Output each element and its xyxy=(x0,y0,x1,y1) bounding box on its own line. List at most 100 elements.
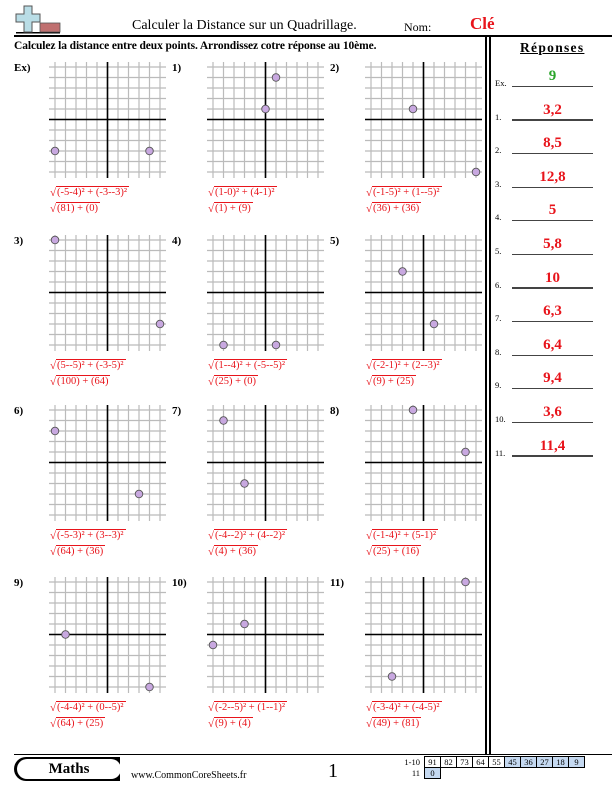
answer-line xyxy=(512,119,593,121)
score-cell: 91 xyxy=(424,756,441,768)
problem-label: 3) xyxy=(14,235,24,247)
answer-row: 9. 9,4 xyxy=(495,370,612,390)
plotted-point xyxy=(408,405,418,415)
plotted-point xyxy=(61,630,70,639)
answer-number: 10. xyxy=(495,414,506,424)
answer-number: 4. xyxy=(495,212,502,223)
squared-expression: (1) + (9) xyxy=(214,202,253,214)
formula-expression: (-1-4)² + (5-1)² xyxy=(372,529,438,541)
formula-expression: (-5-4)² + (-3--3)² xyxy=(56,186,129,198)
distance-formula: √(-1-4)² + (5-1)² xyxy=(366,529,438,542)
answer-line xyxy=(512,253,593,255)
problem-label: 11) xyxy=(330,577,345,589)
score-row: 1-10 91 82 73 64 55 45 36 27 18 9 xyxy=(394,756,585,768)
plotted-point xyxy=(471,167,481,177)
plotted-point xyxy=(155,319,165,329)
plotted-point xyxy=(145,682,154,692)
plotted-point xyxy=(145,146,154,156)
plotted-point xyxy=(271,340,281,350)
squared-expression: (4) + (36) xyxy=(214,545,258,557)
worksheet-title: Calculer la Distance sur un Quadrillage. xyxy=(132,18,357,33)
squared-expression: (64) + (25) xyxy=(56,717,106,729)
footer-divider xyxy=(14,754,612,755)
formula-expression: (-4--2)² + (4--2)² xyxy=(214,529,287,541)
squared-expression: (64) + (36) xyxy=(56,545,106,557)
squared-terms: √(81) + (0) xyxy=(50,202,100,215)
formula-expression: (-2--5)² + (1--1)² xyxy=(214,701,287,713)
answer-number: 3. xyxy=(495,178,502,189)
squared-terms: √(64) + (25) xyxy=(50,717,106,730)
distance-formula: √(-4--2)² + (4--2)² xyxy=(208,529,287,542)
score-cell: 82 xyxy=(440,756,457,768)
plotted-point xyxy=(261,104,270,114)
plotted-point xyxy=(50,146,60,156)
plus-cross-logo-icon xyxy=(15,5,61,34)
score-cell: 64 xyxy=(472,756,489,768)
plotted-point xyxy=(408,104,418,114)
distance-formula: √(-5-4)² + (-3--3)² xyxy=(50,186,129,199)
answer-number: 2. xyxy=(495,145,502,156)
answer-line xyxy=(512,153,593,155)
score-cell: 0 xyxy=(424,767,441,779)
plotted-point xyxy=(50,235,60,245)
answer-row: 7. 6,3 xyxy=(495,303,612,323)
answer-value: 6,4 xyxy=(543,336,562,353)
score-cell: 45 xyxy=(504,756,521,768)
score-cell: 9 xyxy=(568,756,585,768)
answer-number: 11. xyxy=(495,447,506,458)
coordinate-grid xyxy=(49,62,166,178)
problem: 6) √(-5-3)² + (3--3)² √(64) + (36) xyxy=(14,405,174,575)
distance-formula: √(5--5)² + (-3-5)² xyxy=(50,359,126,372)
squared-expression: (25) + (16) xyxy=(372,545,422,557)
plotted-point xyxy=(398,267,407,276)
score-cell: 73 xyxy=(456,756,473,768)
plotted-point xyxy=(240,619,249,629)
answer-row: 1. 3,2 xyxy=(495,102,612,122)
formula-expression: (5--5)² + (-3-5)² xyxy=(56,359,126,371)
formula-expression: (-4-4)² + (0--5)² xyxy=(56,701,126,713)
answer-value: 9,4 xyxy=(543,370,562,387)
coordinate-grid xyxy=(207,235,324,351)
score-cell: 27 xyxy=(536,756,553,768)
squared-expression: (49) + (81) xyxy=(372,717,422,729)
answer-value: 6,3 xyxy=(543,303,562,320)
answer-row: 3. 12,8 xyxy=(495,169,612,189)
answer-number: 9. xyxy=(495,380,502,391)
distance-formula: √(-2--5)² + (1--1)² xyxy=(208,701,287,714)
answer-row: 6. 10 xyxy=(495,270,612,290)
answer-line xyxy=(512,186,593,188)
plotted-point xyxy=(387,672,397,681)
formula-expression: (1-0)² + (4-1)² xyxy=(214,186,277,198)
answer-line xyxy=(512,85,593,87)
score-row-label: 1-10 xyxy=(404,757,420,767)
squared-terms: √(1) + (9) xyxy=(208,202,253,215)
problem-label: 4) xyxy=(172,235,182,247)
problem: 3) √(5--5)² + (-3-5)² √(100) + (64) xyxy=(14,235,174,405)
distance-formula: √(-4-4)² + (0--5)² xyxy=(50,701,126,714)
answer-row: 5. 5,8 xyxy=(495,236,612,256)
answer-number: 7. xyxy=(495,313,502,324)
coordinate-grid xyxy=(365,405,482,521)
answer-value: 10 xyxy=(545,269,560,286)
squared-expression: (36) + (36) xyxy=(372,202,422,214)
problem-label: Ex) xyxy=(14,62,31,74)
answer-line xyxy=(512,388,593,390)
answer-value: 5,8 xyxy=(543,236,562,252)
problem-label: 1) xyxy=(172,62,182,74)
coordinate-grid xyxy=(49,235,166,351)
answers-title: Réponses xyxy=(520,40,585,55)
answer-number: 8. xyxy=(495,346,502,357)
answer-row: 4. 5 xyxy=(495,202,612,222)
coordinate-grid xyxy=(207,577,324,693)
distance-formula: √(-1-5)² + (1--5)² xyxy=(366,186,442,199)
answer-row: 8. 6,4 xyxy=(495,337,612,357)
answer-number: 6. xyxy=(495,279,502,290)
squared-terms: √(25) + (0) xyxy=(208,375,258,388)
plotted-point xyxy=(461,577,470,587)
answer-value: 12,8 xyxy=(539,168,566,185)
squared-terms: √(36) + (36) xyxy=(366,202,422,215)
coordinate-grid xyxy=(49,405,166,521)
problem: 4) √(1--4)² + (-5--5)² √(25) + (0) xyxy=(172,235,332,405)
formula-expression: (-2-1)² + (2--3)² xyxy=(372,359,442,371)
problem: Ex) √(-5-4)² + (-3--3)² √(81) + (0) xyxy=(14,62,174,232)
